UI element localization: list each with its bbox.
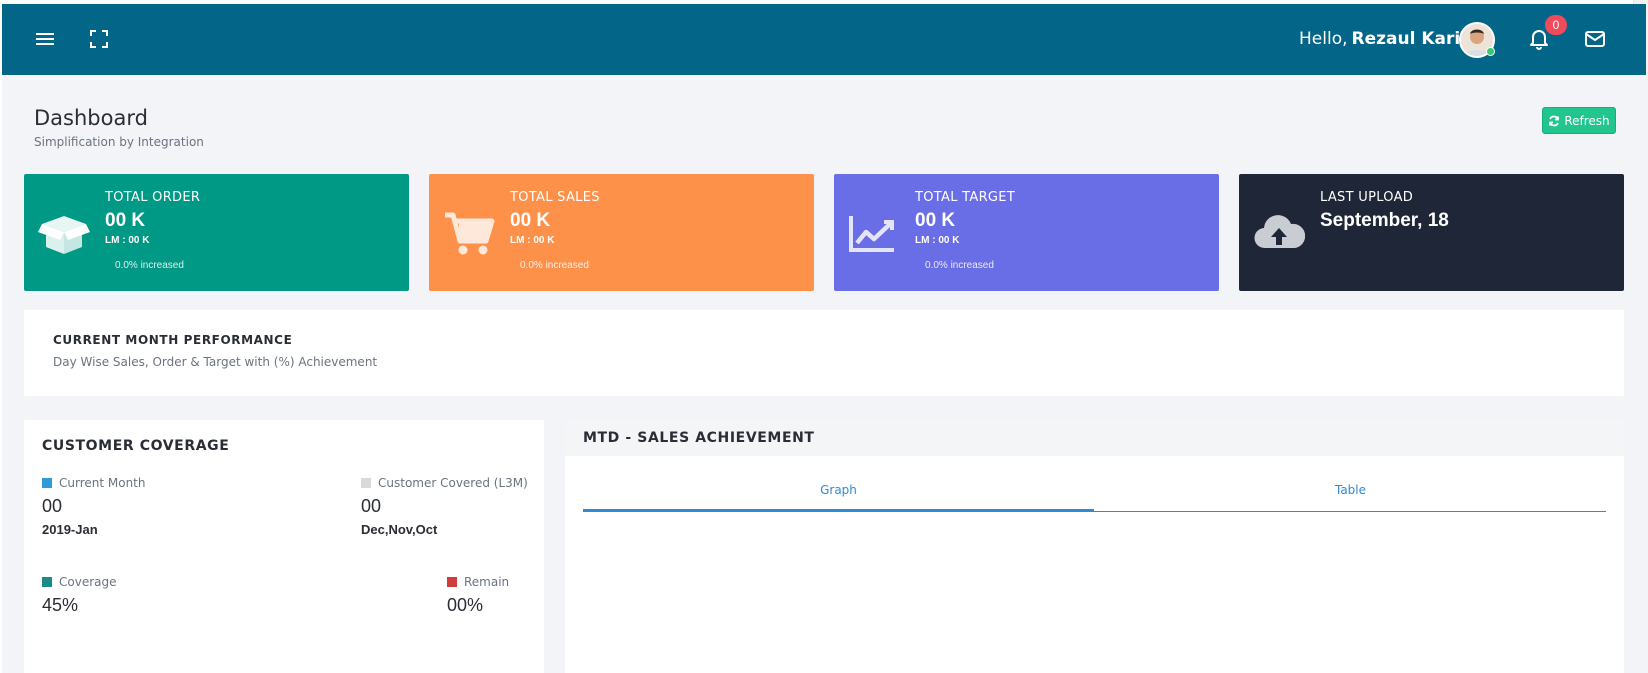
card-value: September, 18: [1320, 210, 1449, 231]
legend-label: Customer Covered (L3M): [378, 476, 528, 490]
total-sales-card[interactable]: TOTAL SALES 00 K LM : 00 K 0.0% increase…: [429, 174, 814, 291]
legend-remain: Remain: [447, 575, 509, 589]
remain-value: 00%: [447, 595, 484, 615]
legend-swatch: [42, 577, 52, 587]
chart-line-icon: [849, 216, 894, 252]
panel-title: CUSTOMER COVERAGE: [42, 438, 230, 454]
legend-coverage: Coverage: [42, 575, 117, 589]
bell-icon: [1530, 30, 1548, 50]
card-last-month: LM : 00 K: [510, 235, 555, 246]
refresh-icon: [1549, 115, 1560, 126]
mtd-sales-achievement-panel: MTD - SALES ACHIEVEMENT Graph Table: [565, 420, 1624, 673]
panel-title: MTD - SALES ACHIEVEMENT: [583, 430, 815, 446]
card-increase: 0.0% increased: [115, 260, 184, 271]
cloud-upload-icon: [1254, 215, 1305, 249]
card-title: TOTAL TARGET: [915, 190, 1016, 205]
legend-swatch: [42, 478, 52, 488]
tab-table[interactable]: Table: [1095, 482, 1606, 512]
browser-viewport: Hello, Rezaul Karim 0 Dashboard Simplifi…: [0, 0, 1648, 673]
top-navbar: Hello, Rezaul Karim 0: [2, 4, 1646, 75]
card-last-month: LM : 00 K: [105, 235, 150, 246]
coverage-value: 45%: [42, 595, 79, 615]
legend-label: Current Month: [59, 476, 146, 490]
fullscreen-icon: [90, 30, 108, 48]
current-month-sub: 2019-Jan: [42, 522, 98, 537]
notification-badge: 0: [1545, 15, 1567, 35]
greeting-text: Hello,: [1299, 29, 1348, 49]
messages-button[interactable]: [1580, 24, 1610, 54]
legend-label: Coverage: [59, 575, 117, 589]
greeting: Hello, Rezaul Karim: [1299, 29, 1478, 49]
current-month-value: 00: [42, 496, 63, 516]
panel-header: MTD - SALES ACHIEVEMENT: [565, 420, 1624, 456]
legend-swatch: [447, 577, 457, 587]
menu-toggle-button[interactable]: [30, 24, 60, 54]
refresh-button[interactable]: Refresh: [1542, 107, 1616, 134]
last-upload-card[interactable]: LAST UPLOAD September, 18: [1239, 174, 1624, 291]
card-value: 00 K: [105, 210, 146, 231]
app-root: Hello, Rezaul Karim 0 Dashboard Simplifi…: [2, 4, 1648, 673]
total-order-card[interactable]: TOTAL ORDER 00 K LM : 00 K 0.0% increase…: [24, 174, 409, 291]
mail-icon: [1585, 31, 1605, 47]
card-value: 00 K: [915, 210, 956, 231]
hamburger-icon: [36, 33, 54, 45]
page-title: Dashboard: [34, 106, 148, 130]
legend-label: Remain: [464, 575, 510, 589]
page-subtitle: Simplification by Integration: [34, 135, 204, 149]
panel-title: CURRENT MONTH PERFORMANCE: [53, 333, 293, 347]
customer-coverage-panel: CUSTOMER COVERAGE Current Month 00 2019-…: [24, 420, 544, 673]
panel-subtitle: Day Wise Sales, Order & Target with (%) …: [53, 355, 378, 369]
refresh-label: Refresh: [1564, 113, 1610, 128]
box-icon: [38, 216, 90, 254]
card-title: LAST UPLOAD: [1320, 190, 1414, 205]
card-title: TOTAL SALES: [510, 190, 600, 205]
card-increase: 0.0% increased: [520, 260, 589, 271]
online-status-dot: [1486, 47, 1495, 56]
legend-customer-covered: Customer Covered (L3M): [361, 476, 528, 490]
tab-graph[interactable]: Graph: [583, 482, 1094, 512]
card-increase: 0.0% increased: [925, 260, 994, 271]
current-month-performance-panel: CURRENT MONTH PERFORMANCE Day Wise Sales…: [24, 310, 1624, 396]
customer-covered-value: 00: [361, 496, 382, 516]
customer-covered-sub: Dec,Nov,Oct: [361, 522, 438, 537]
card-value: 00 K: [510, 210, 551, 231]
cart-icon: [445, 212, 495, 255]
card-last-month: LM : 00 K: [915, 235, 960, 246]
card-title: TOTAL ORDER: [105, 190, 201, 205]
fullscreen-button[interactable]: [84, 24, 114, 54]
legend-current-month: Current Month: [42, 476, 146, 490]
legend-swatch: [361, 478, 371, 488]
mtd-tabs: Graph Table: [583, 482, 1606, 512]
total-target-card[interactable]: TOTAL TARGET 00 K LM : 00 K 0.0% increas…: [834, 174, 1219, 291]
